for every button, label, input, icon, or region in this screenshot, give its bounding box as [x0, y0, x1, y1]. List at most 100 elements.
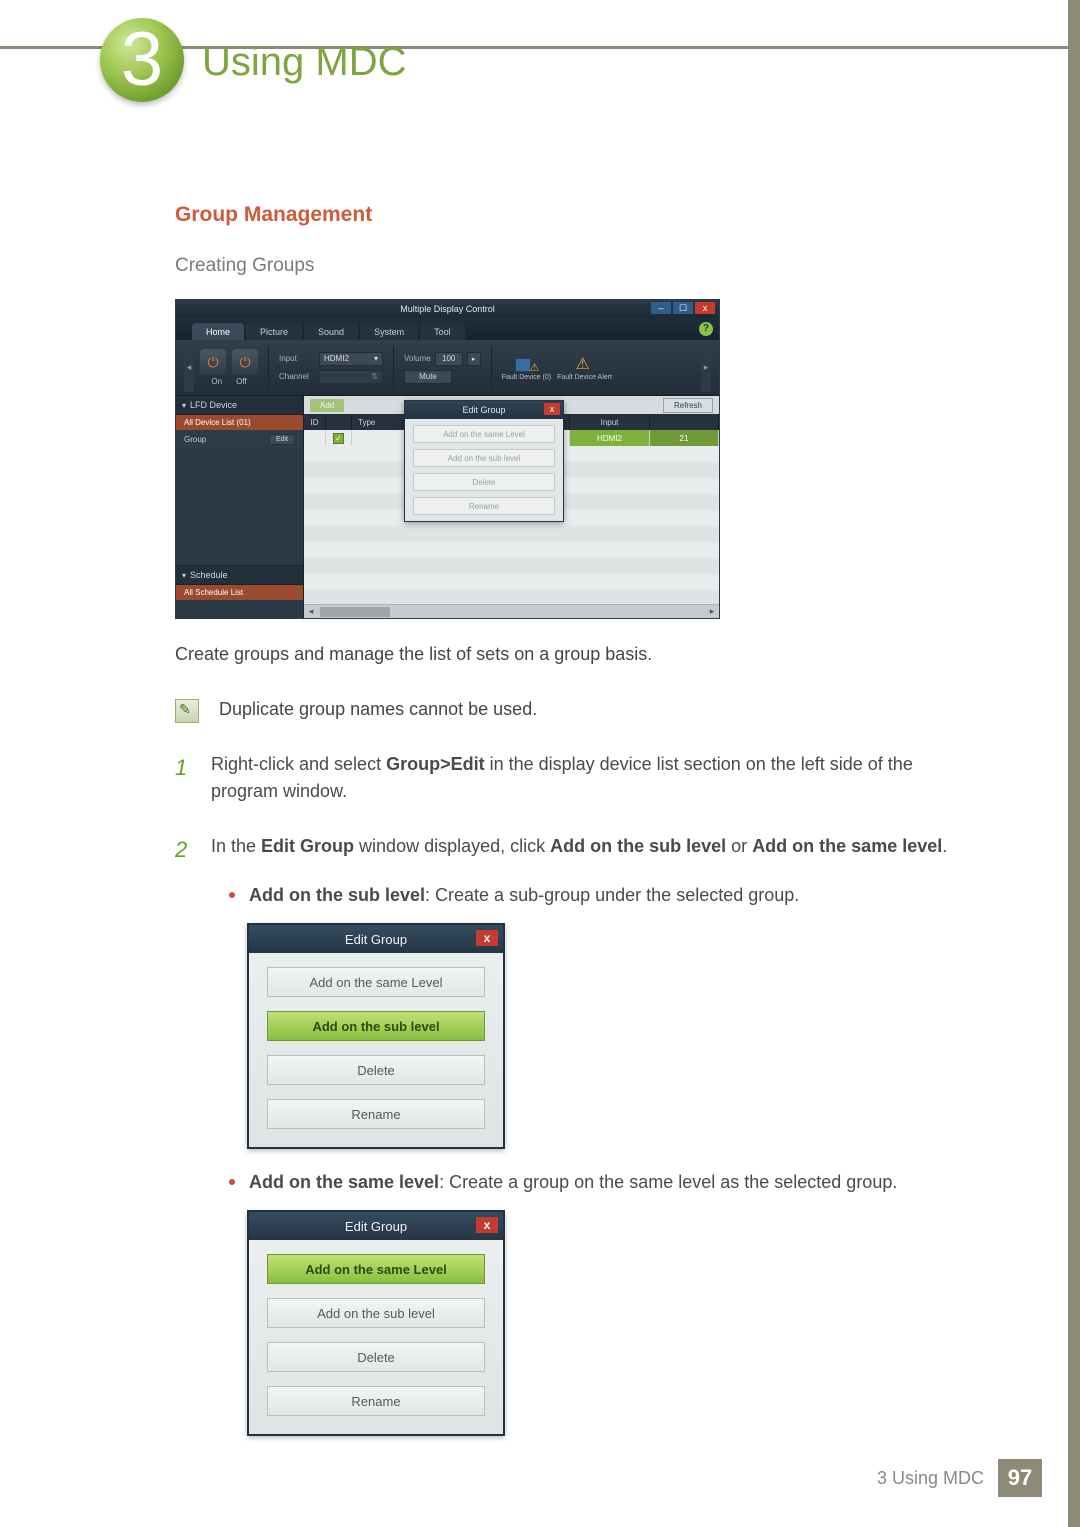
toolbar-separator	[268, 346, 269, 390]
input-group: Input HDMI2 ▾ Channel ⇅	[279, 352, 383, 384]
popup-rename[interactable]: Rename	[413, 497, 555, 515]
col-check	[326, 414, 352, 430]
sidebar: LFD Device All Device List (01) Group Ed…	[176, 396, 304, 618]
power-on-button[interactable]: ⏻	[200, 349, 226, 375]
app-titlebar: Multiple Display Control – ☐ x	[176, 300, 719, 318]
edit-group-dialog-sub: Edit Group x Add on the same Level Add o…	[247, 923, 505, 1149]
input-value: HDMI2	[324, 354, 349, 363]
dialog-delete[interactable]: Delete	[267, 1055, 485, 1085]
sidebar-schedule-header[interactable]: Schedule	[176, 565, 303, 585]
cell-check[interactable]: ✓	[326, 430, 352, 446]
popup-delete[interactable]: Delete	[413, 473, 555, 491]
dialog-close-button[interactable]: x	[476, 930, 498, 946]
step2-text-e: or	[726, 836, 752, 856]
popup-add-sub-level[interactable]: Add on the sub level	[413, 449, 555, 467]
sidebar-group-label: Group	[184, 435, 206, 444]
scroll-thumb[interactable]	[320, 607, 390, 617]
footer-page-number: 97	[998, 1459, 1042, 1497]
volume-label: Volume	[404, 354, 431, 363]
step-2: 2 In the Edit Group window displayed, cl…	[175, 833, 965, 866]
dialog-add-same-level[interactable]: Add on the same Level	[267, 1254, 485, 1284]
step2-bold-3: Add on the same level	[752, 836, 942, 856]
mute-button[interactable]: Mute	[404, 370, 452, 384]
cell-input: HDMI2	[570, 430, 650, 446]
grid-scrollbar[interactable]: ◂ ▸	[304, 604, 719, 618]
tab-sound[interactable]: Sound	[304, 323, 358, 340]
window-minimize-button[interactable]: –	[651, 302, 671, 314]
help-icon[interactable]: ?	[699, 322, 713, 336]
step1-text-a: Right-click and select	[211, 754, 386, 774]
note: Duplicate group names cannot be used.	[175, 699, 965, 723]
bullet-list: Add on the sub level: Create a sub-group…	[229, 882, 965, 909]
subsection-heading: Creating Groups	[175, 255, 965, 277]
tab-system[interactable]: System	[360, 323, 418, 340]
channel-label: Channel	[279, 372, 313, 381]
toolbar-separator	[393, 346, 394, 390]
footer-label: 3 Using MDC	[877, 1468, 984, 1489]
note-icon	[175, 699, 199, 723]
chapter-title: Using MDC	[202, 40, 406, 85]
cell-input-value: HDMI2	[570, 430, 649, 446]
sidebar-group-row[interactable]: Group Edit	[176, 430, 303, 449]
popup-add-same-level[interactable]: Add on the same Level	[413, 425, 555, 443]
dialog-title: Edit Group x	[249, 925, 503, 953]
step-number: 2	[175, 833, 193, 866]
section-heading: Group Management	[175, 203, 965, 227]
power-off-button[interactable]: ⏻	[232, 349, 258, 375]
fault-alert-button[interactable]: Fault Device Alert	[557, 354, 612, 381]
window-close-button[interactable]: x	[695, 302, 715, 314]
dialog-title: Edit Group x	[249, 1212, 503, 1240]
dialog-title-text: Edit Group	[345, 1219, 407, 1234]
tab-home[interactable]: Home	[192, 323, 244, 340]
window-maximize-button[interactable]: ☐	[673, 302, 693, 314]
bullet-dot	[229, 1179, 235, 1185]
edit-group-title: Edit Group x	[405, 401, 563, 419]
edit-group-dialog-same: Edit Group x Add on the same Level Add o…	[247, 1210, 505, 1436]
step2-bold-1: Edit Group	[261, 836, 354, 856]
dialog-add-sub-level[interactable]: Add on the sub level	[267, 1011, 485, 1041]
dialog-rename[interactable]: Rename	[267, 1099, 485, 1129]
step-1: 1 Right-click and select Group>Edit in t…	[175, 751, 965, 805]
fault-device-button[interactable]: Fault Device (0)	[502, 354, 551, 381]
dialog-rename[interactable]: Rename	[267, 1386, 485, 1416]
toolbar-scroll-right[interactable]: ▸	[701, 344, 711, 392]
tab-picture[interactable]: Picture	[246, 323, 302, 340]
scroll-left-icon[interactable]: ◂	[304, 606, 318, 617]
page-footer: 3 Using MDC 97	[0, 1459, 1068, 1497]
volume-value[interactable]: 100	[435, 352, 463, 366]
edit-group-popup: Edit Group x Add on the same Level Add o…	[404, 400, 564, 522]
checkbox-icon: ✓	[333, 433, 344, 444]
stepper-icon: ⇅	[371, 372, 378, 381]
dialog-delete[interactable]: Delete	[267, 1342, 485, 1372]
bullet-sub-bold: Add on the sub level	[249, 885, 425, 905]
page-content: Group Management Creating Groups Multipl…	[175, 203, 965, 1436]
dialog-add-same-level[interactable]: Add on the same Level	[267, 967, 485, 997]
sidebar-edit-button[interactable]: Edit	[269, 434, 295, 445]
edit-group-close-button[interactable]: x	[544, 403, 560, 415]
step2-bold-2: Add on the sub level	[550, 836, 726, 856]
chapter-number-badge: 3	[100, 18, 184, 102]
toolbar-scroll-left[interactable]: ◂	[184, 344, 194, 392]
fault-device-label: Fault Device (0)	[502, 374, 551, 381]
dialog-close-button[interactable]: x	[476, 1217, 498, 1233]
tab-tool[interactable]: Tool	[420, 323, 465, 340]
bullet-dot	[229, 892, 235, 898]
volume-play-button[interactable]: ▸	[467, 352, 481, 366]
bullet-sub-level: Add on the sub level: Create a sub-group…	[229, 882, 965, 909]
grid-refresh-button[interactable]: Refresh	[663, 398, 713, 413]
sidebar-all-devices[interactable]: All Device List (01)	[176, 415, 303, 430]
app-toolbar: ◂ ⏻ ⏻ On Off Input HDMI2 ▾	[176, 340, 719, 396]
sidebar-lfd-header[interactable]: LFD Device	[176, 396, 303, 415]
col-count	[650, 414, 719, 430]
cell-id	[304, 430, 326, 446]
step2-text-c: window displayed, click	[354, 836, 550, 856]
grid-add-button[interactable]: Add	[310, 399, 344, 412]
warning-icon	[574, 354, 596, 372]
input-select[interactable]: HDMI2 ▾	[319, 352, 383, 366]
mdc-app-window: Multiple Display Control – ☐ x ? Home Pi…	[175, 299, 720, 619]
scroll-right-icon[interactable]: ▸	[705, 606, 719, 617]
step2-text-g: .	[942, 836, 947, 856]
volume-group: Volume 100 ▸ Mute	[404, 352, 481, 384]
dialog-add-sub-level[interactable]: Add on the sub level	[267, 1298, 485, 1328]
sidebar-all-schedule[interactable]: All Schedule List	[176, 585, 303, 600]
